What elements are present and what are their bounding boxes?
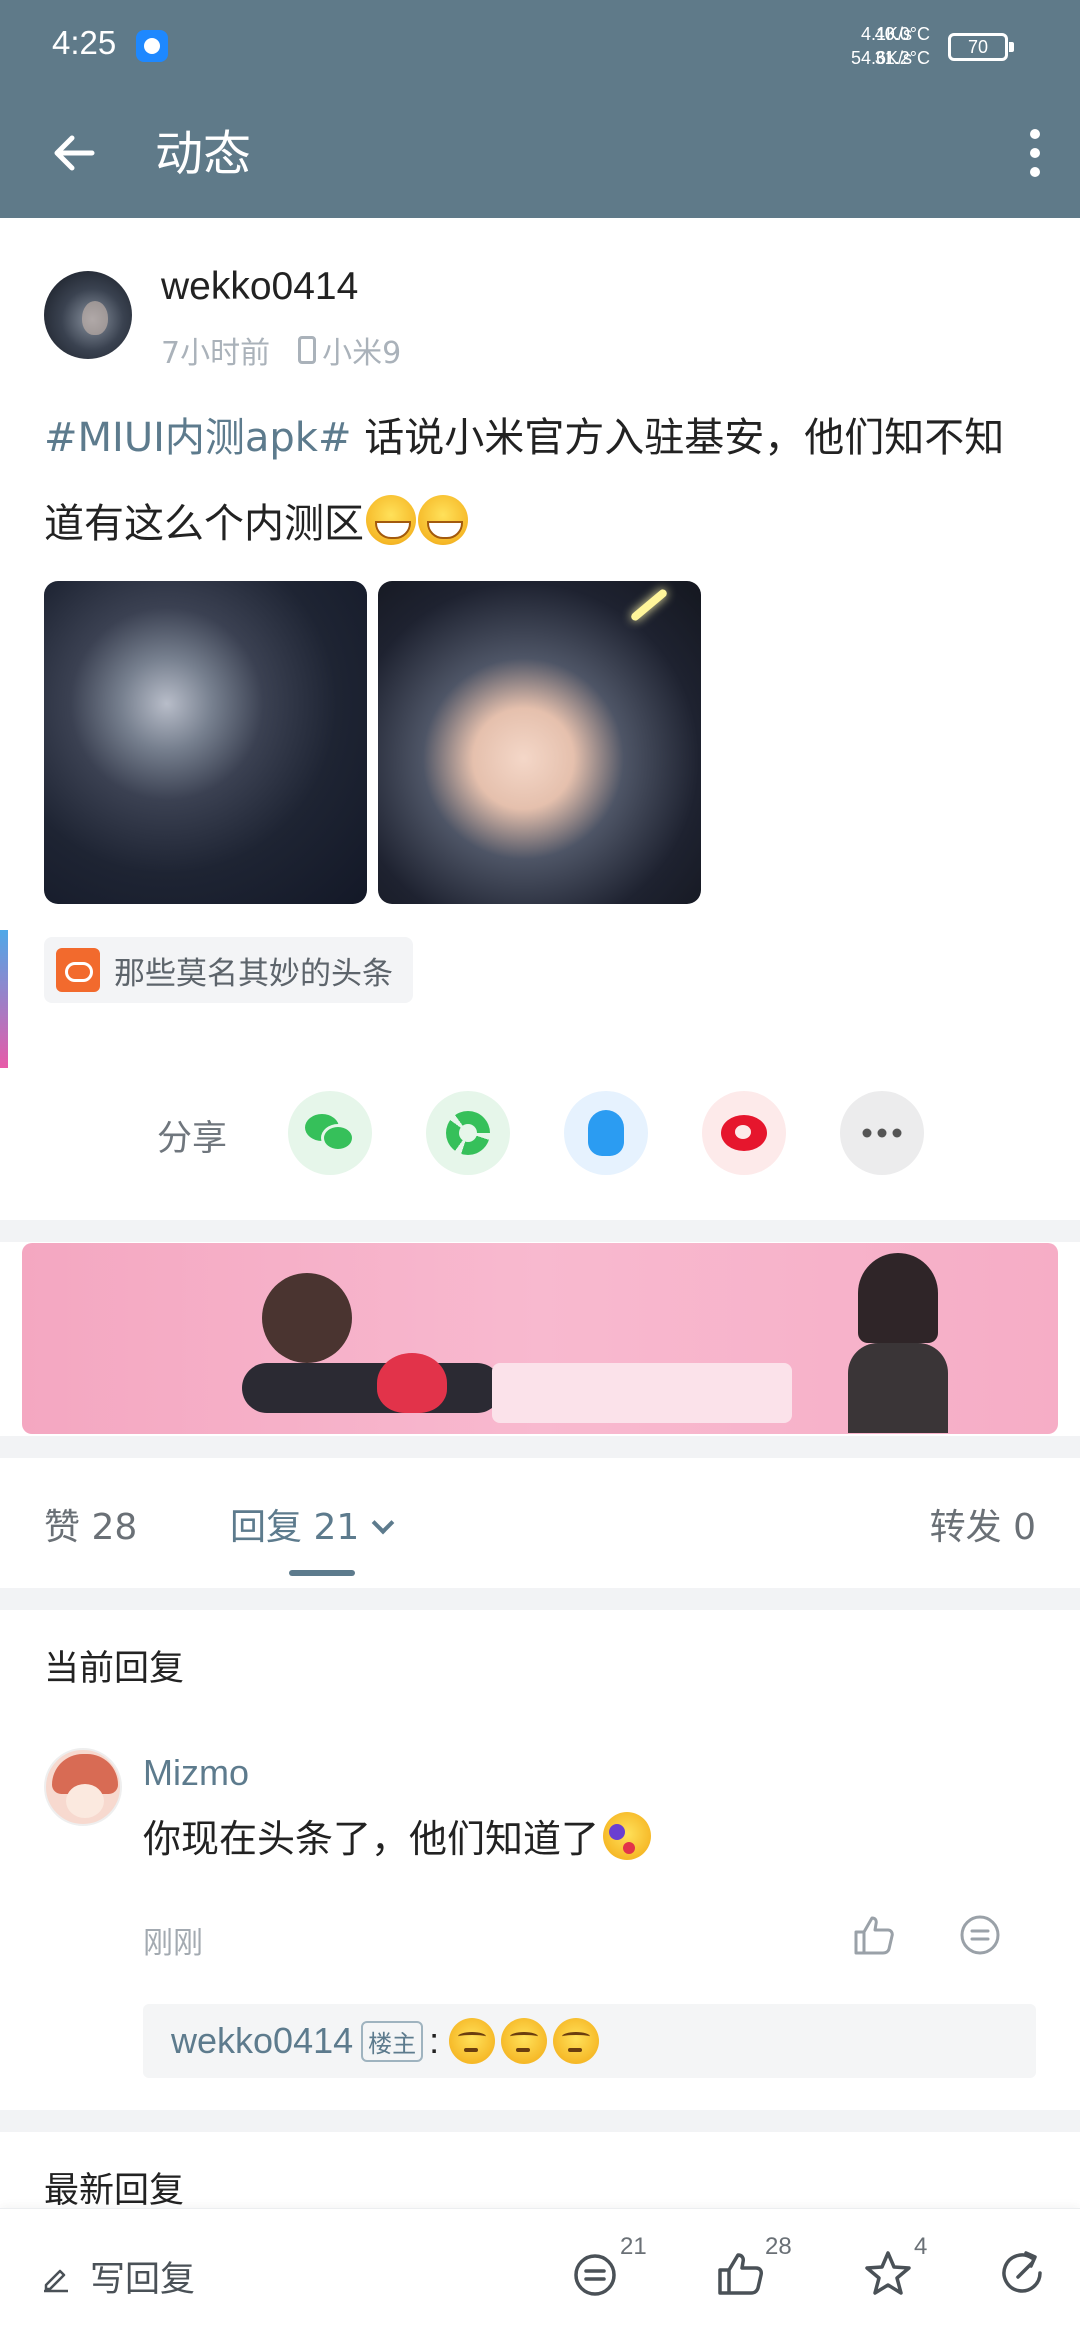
page-title: 动态 xyxy=(155,126,252,182)
write-reply-button[interactable]: 写回复 xyxy=(40,2251,195,2302)
section-title-current-reply: 当前回复 xyxy=(44,1649,185,1689)
owner-badge: 楼主 xyxy=(361,2020,424,2062)
crazy-emoji-icon xyxy=(603,1811,652,1860)
reply-time: 刚刚 xyxy=(143,1926,203,1961)
reply-username[interactable]: Mizmo xyxy=(143,1752,249,1794)
weibo-icon xyxy=(721,1115,767,1151)
pen-icon xyxy=(44,2269,68,2292)
status-time: 4:25 xyxy=(52,24,117,61)
reply-comment-button[interactable] xyxy=(955,1910,1005,1960)
quote-username[interactable]: wekko0414 xyxy=(171,2020,353,2062)
star-count: 4 xyxy=(914,2233,928,2260)
grin-emoji-icon xyxy=(366,495,416,545)
phone-icon xyxy=(298,336,317,364)
tab-likes[interactable]: 赞 28 xyxy=(44,1498,137,1550)
post-body: #MIUI内测apk# 话说小米官方入驻基安，他们知不知道有这么个内测区 xyxy=(44,395,1044,567)
wechat-icon xyxy=(305,1114,355,1152)
battery-icon: 70 xyxy=(948,33,1014,61)
side-accent-bar xyxy=(0,930,8,1068)
banner-illustration-girl-2 xyxy=(848,1253,948,1433)
bottom-action-bar: 写回复 21 28 4 xyxy=(0,2208,1080,2340)
divider xyxy=(0,2110,1080,2132)
favorite-button[interactable] xyxy=(858,2243,918,2303)
divider xyxy=(0,1588,1080,1610)
reply-text: 你现在头条了，他们知道了 xyxy=(143,1808,652,1863)
grin-emoji-icon xyxy=(418,495,468,545)
heart-icon xyxy=(377,1353,447,1413)
comments-button[interactable] xyxy=(565,2243,625,2303)
tab-replies-label: 回复 21 xyxy=(230,1507,360,1548)
side-eye-emoji-icon xyxy=(501,2018,548,2064)
reply-text-content: 你现在头条了，他们知道了 xyxy=(143,1817,600,1861)
quoted-reply[interactable]: wekko0414 楼主 : xyxy=(143,2004,1036,2078)
side-eye-emoji-icon xyxy=(553,2018,600,2064)
reply-avatar[interactable] xyxy=(44,1748,122,1826)
top-app-bar: 动态 xyxy=(0,95,1080,218)
topic-chip[interactable]: 那些莫名其妙的头条 xyxy=(44,937,413,1003)
comment-icon xyxy=(960,1915,1000,1955)
tab-forwards[interactable]: 转发 0 xyxy=(930,1498,1036,1550)
app-notification-icon xyxy=(136,30,168,62)
like-count: 28 xyxy=(765,2233,792,2260)
overflow-menu-button[interactable] xyxy=(1020,120,1050,190)
star-icon xyxy=(865,2251,911,2295)
write-reply-label: 写回复 xyxy=(90,2260,196,2300)
battery-level: 70 xyxy=(967,37,989,57)
section-title-latest-reply: 最新回复 xyxy=(44,2171,185,2211)
like-button[interactable] xyxy=(710,2243,770,2303)
share-label: 分享 xyxy=(157,1119,228,1159)
comment-icon xyxy=(574,2254,616,2296)
tab-indicator xyxy=(289,1570,355,1576)
post-meta: 7小时前 小米9 xyxy=(161,328,401,372)
share-moments-button[interactable] xyxy=(426,1091,510,1175)
divider xyxy=(0,1220,1080,1242)
post-device: 小米9 xyxy=(322,336,402,371)
interaction-tabs: 赞 28 回复 21 转发 0 xyxy=(0,1458,1080,1588)
qq-icon xyxy=(588,1110,624,1156)
banner-illustration-girl xyxy=(232,1263,512,1423)
side-eye-emoji-icon xyxy=(449,2018,496,2064)
forward-button[interactable] xyxy=(992,2243,1052,2303)
post-image-1[interactable] xyxy=(44,581,367,904)
back-button[interactable] xyxy=(46,123,106,183)
post-hashtag[interactable]: #MIUI内测apk# xyxy=(44,415,351,461)
promo-banner[interactable] xyxy=(22,1243,1058,1434)
temperature-2: 31.2°C xyxy=(874,48,930,68)
share-wechat-button[interactable] xyxy=(288,1091,372,1175)
temperature-1: 40.0°C xyxy=(874,24,930,44)
thumbs-up-icon xyxy=(854,1916,894,1955)
quote-colon: : xyxy=(429,2020,440,2061)
post-time: 7小时前 xyxy=(161,336,271,371)
topic-icon xyxy=(56,948,100,992)
thumbs-up-icon xyxy=(718,2253,763,2295)
author-avatar[interactable] xyxy=(44,271,132,359)
reply-like-button[interactable] xyxy=(848,1910,898,1960)
back-arrow-icon xyxy=(54,135,95,171)
divider xyxy=(0,1436,1080,1458)
post-image-2[interactable] xyxy=(378,581,701,904)
share-weibo-button[interactable] xyxy=(702,1091,786,1175)
banner-illustration-mat xyxy=(492,1363,792,1423)
forward-icon xyxy=(1002,2251,1042,2293)
temperature-readout: 40.0°C 31.2°C xyxy=(875,22,930,70)
more-vert-icon xyxy=(1030,129,1040,139)
chevron-down-icon xyxy=(371,1511,395,1535)
topic-label: 那些莫名其妙的头条 xyxy=(114,955,393,992)
share-qq-button[interactable] xyxy=(564,1091,648,1175)
status-bar: 4:25 4.1K/s 54.6K/s 40.0°C 31.2°C 70 xyxy=(0,0,1080,95)
share-more-button[interactable] xyxy=(840,1091,924,1175)
comment-count: 21 xyxy=(620,2233,647,2260)
more-horiz-icon xyxy=(862,1128,902,1138)
tab-replies[interactable]: 回复 21 xyxy=(230,1498,395,1550)
author-username[interactable]: wekko0414 xyxy=(161,265,358,309)
moments-icon xyxy=(446,1111,490,1155)
